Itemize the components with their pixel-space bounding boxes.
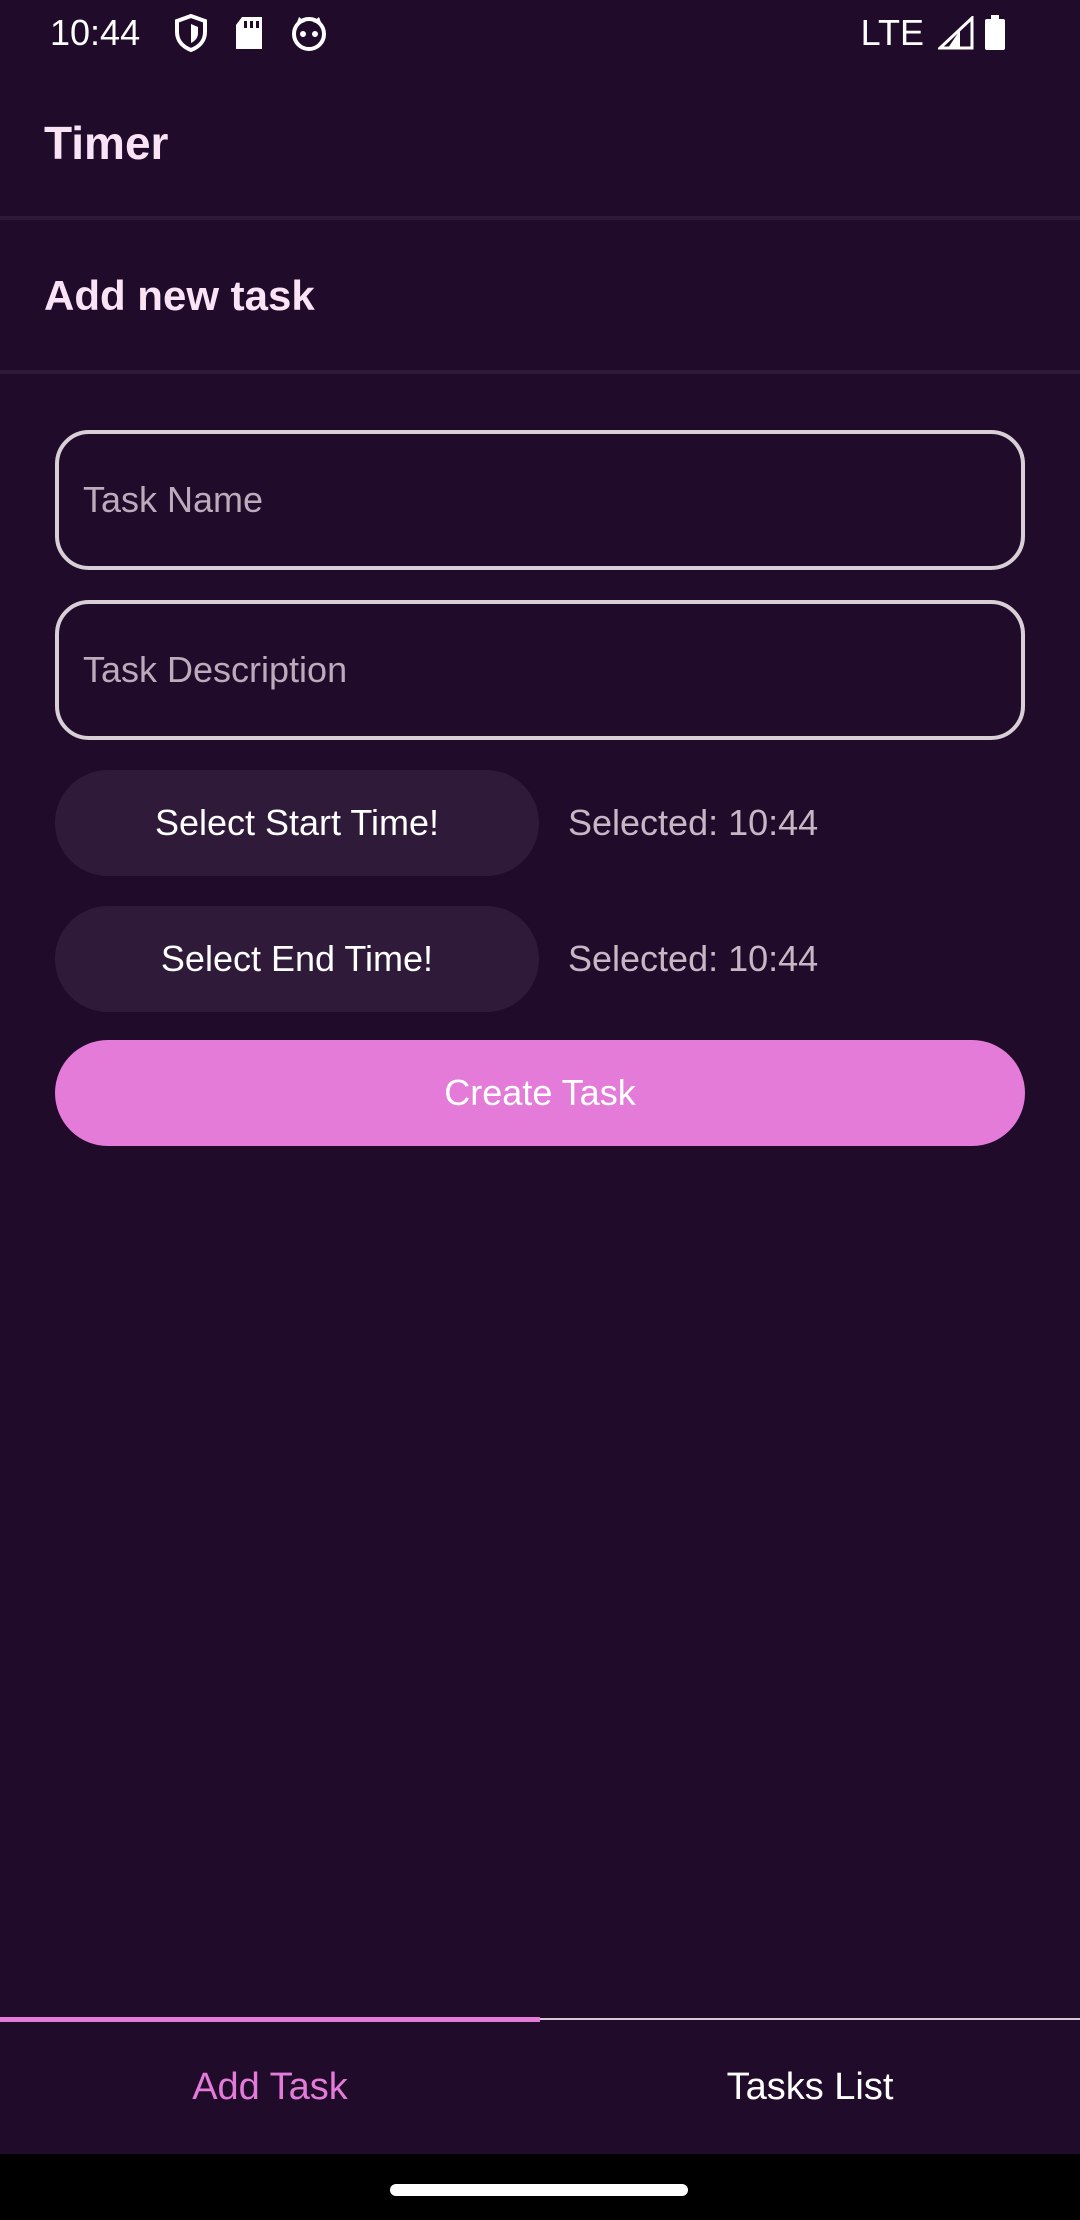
status-time: 10:44 <box>50 12 141 53</box>
task-name-input[interactable] <box>55 430 1025 570</box>
create-task-button[interactable]: Create Task <box>55 1040 1025 1146</box>
bottom-tab-bar: Add Task Tasks List <box>0 2017 1080 2154</box>
app-title: Timer <box>44 117 169 169</box>
screen: 10:44 LTE Timer Add new task Task Name T… <box>0 0 1080 2220</box>
tab-tasks-list[interactable]: Tasks List <box>540 2020 1080 2154</box>
task-description-input[interactable] <box>55 600 1025 740</box>
sd-card-icon <box>236 17 262 49</box>
section-title: Add new task <box>44 272 315 319</box>
app-bar: Timer <box>0 66 1080 220</box>
tab-add-task[interactable]: Add Task <box>0 2020 540 2154</box>
start-time-selected-label: Selected: 10:44 <box>568 802 819 843</box>
network-type: LTE <box>860 12 924 53</box>
status-right: LTE <box>861 12 1006 54</box>
shield-icon <box>175 14 207 52</box>
section-header: Add new task <box>0 224 1080 374</box>
battery-icon <box>985 15 1005 50</box>
home-gesture-handle[interactable] <box>390 2184 688 2196</box>
status-left-icons <box>174 14 328 52</box>
signal-icon <box>938 16 974 50</box>
navigation-bar <box>0 2154 1080 2220</box>
cat-face-icon <box>292 17 326 51</box>
end-time-selected-label: Selected: 10:44 <box>568 938 819 979</box>
status-bar: 10:44 LTE <box>0 0 1080 66</box>
select-start-time-button[interactable]: Select Start Time! <box>55 770 539 876</box>
select-end-time-button[interactable]: Select End Time! <box>55 906 539 1012</box>
